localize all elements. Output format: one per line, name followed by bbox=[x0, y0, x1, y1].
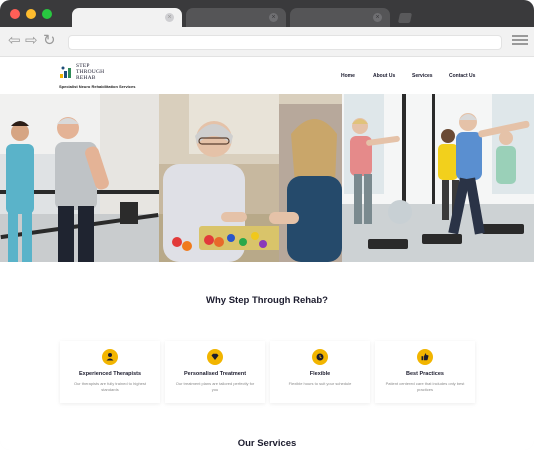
nav-services[interactable]: Services bbox=[412, 73, 433, 79]
hero-banner bbox=[0, 94, 534, 262]
tab-close-icon[interactable]: × bbox=[373, 13, 382, 22]
maximize-window-button[interactable] bbox=[42, 9, 52, 19]
new-tab-button[interactable] bbox=[397, 13, 413, 23]
logo-line: REHAB bbox=[76, 75, 96, 81]
feature-title: Flexible bbox=[309, 371, 331, 377]
back-arrow-icon[interactable]: ⇦ bbox=[8, 33, 21, 49]
web-page: STEP THROUGH REHAB Specialist Neuro Reha… bbox=[0, 57, 534, 450]
feature-description: Our treatment plans are tailored perfect… bbox=[175, 381, 255, 392]
senior-woman-playing-board-game-photo bbox=[159, 94, 342, 262]
feature-description: Patient centered care that includes only… bbox=[385, 381, 465, 392]
therapist-helping-patient-photo bbox=[0, 94, 159, 262]
feature-description: Our therapists are fully trained to high… bbox=[73, 381, 147, 392]
feature-description: Flexible hours to suit your schedule bbox=[288, 381, 352, 386]
why-heading: Why Step Through Rehab? bbox=[206, 295, 328, 306]
features-row: Experienced Therapists Our therapists ar… bbox=[0, 341, 534, 403]
tab-close-icon[interactable]: × bbox=[165, 13, 174, 22]
nav-home[interactable]: Home bbox=[341, 73, 355, 79]
feature-card: Personalised Treatment Our treatment pla… bbox=[165, 341, 265, 403]
nav-about-us[interactable]: About Us bbox=[373, 73, 395, 79]
address-bar[interactable] bbox=[68, 35, 502, 50]
browser-titlebar: × × × bbox=[0, 0, 534, 27]
browser-window: × × × ⇦ ⇨ ↻ STEP THROUGH REHAB Specialis… bbox=[0, 0, 534, 450]
browser-tab-active[interactable]: × bbox=[72, 8, 182, 27]
clock-icon bbox=[312, 349, 328, 365]
feature-card: Flexible Flexible hours to suit your sch… bbox=[270, 341, 370, 403]
nav-contact-us[interactable]: Contact Us bbox=[449, 73, 475, 79]
forward-arrow-icon[interactable]: ⇨ bbox=[25, 33, 38, 49]
seniors-exercise-class-photo bbox=[342, 94, 534, 262]
feature-card: Experienced Therapists Our therapists ar… bbox=[60, 341, 160, 403]
close-window-button[interactable] bbox=[10, 9, 20, 19]
feature-title: Experienced Therapists bbox=[78, 371, 142, 377]
hamburger-menu-icon[interactable] bbox=[512, 35, 528, 49]
person-icon bbox=[102, 349, 118, 365]
feature-card: Best Practices Patient centered care tha… bbox=[375, 341, 475, 403]
browser-tab[interactable]: × bbox=[186, 8, 286, 27]
feature-title: Personalised Treatment bbox=[183, 371, 247, 377]
feature-title: Best Practices bbox=[406, 371, 444, 377]
thumbs-up-icon bbox=[417, 349, 433, 365]
logo-mark-icon[interactable] bbox=[59, 65, 73, 79]
minimize-window-button[interactable] bbox=[26, 9, 36, 19]
site-header: STEP THROUGH REHAB Specialist Neuro Reha… bbox=[0, 57, 534, 94]
tab-close-icon[interactable]: × bbox=[269, 13, 278, 22]
reload-icon[interactable]: ↻ bbox=[43, 33, 56, 49]
services-heading: Our Services bbox=[237, 438, 297, 449]
browser-tab[interactable]: × bbox=[290, 8, 390, 27]
site-tagline: Specialist Neuro Rehabilitation Services bbox=[59, 84, 136, 89]
gem-icon bbox=[207, 349, 223, 365]
site-logo[interactable]: STEP THROUGH REHAB bbox=[76, 63, 104, 81]
